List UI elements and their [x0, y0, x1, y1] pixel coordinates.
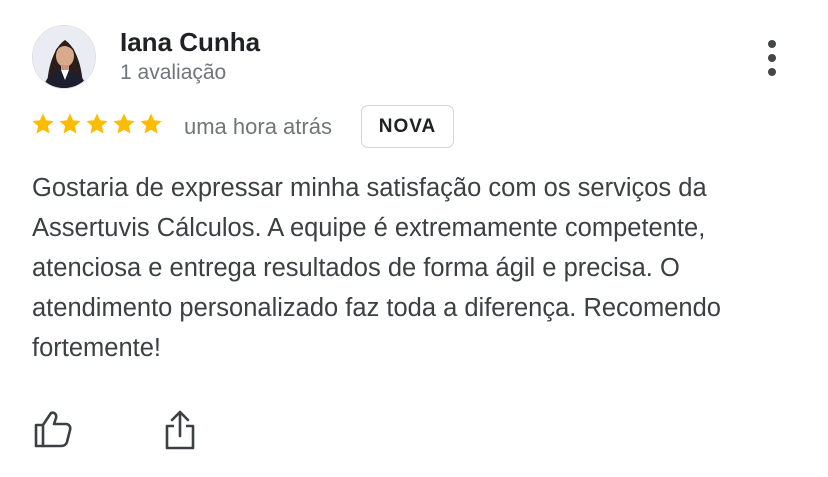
avatar[interactable]	[32, 25, 96, 89]
more-options-button[interactable]	[752, 36, 792, 80]
thumbs-up-icon	[34, 411, 72, 448]
review-text: Gostaria de expressar minha satisfação c…	[32, 174, 721, 362]
star-icon	[58, 112, 82, 136]
star-rating	[31, 112, 163, 136]
star-icon	[112, 112, 136, 136]
author-review-count: 1 avaliação	[120, 61, 227, 84]
review-timestamp: uma hora atrás	[184, 114, 332, 139]
star-icon	[31, 112, 55, 136]
author-name[interactable]: Iana Cunha	[120, 27, 260, 57]
star-icon	[85, 112, 109, 136]
star-icon	[139, 112, 163, 136]
new-badge: NOVA	[361, 105, 454, 148]
avatar-photo	[33, 26, 95, 88]
share-button[interactable]	[162, 408, 198, 452]
share-icon	[165, 410, 195, 450]
more-vertical-icon	[768, 40, 776, 76]
like-button[interactable]	[33, 409, 73, 449]
